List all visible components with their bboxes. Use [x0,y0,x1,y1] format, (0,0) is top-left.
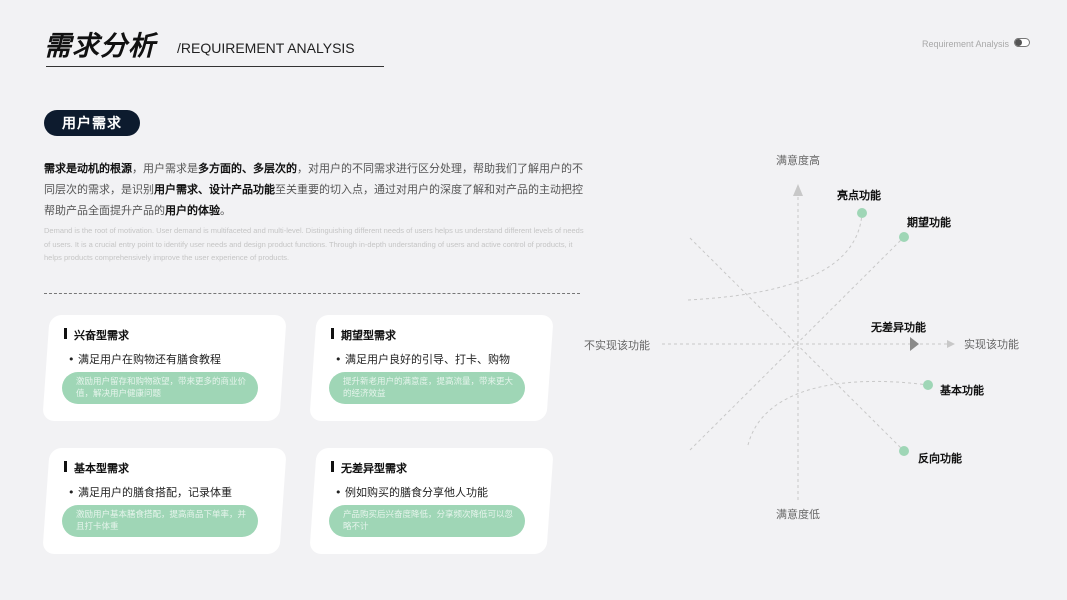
corner-label: Requirement Analysis [921,39,1009,49]
curve-attractive [687,212,863,301]
card-title: 无差异型需求 [331,460,550,476]
intro-paragraph-en: Demand is the root of motivation. User d… [44,226,584,262]
axis-horizontal-arrow-tip [947,340,955,348]
axis-label-bottom: 满意度低 [776,508,820,521]
feature-label-basic: 基本功能 [940,384,984,397]
card-note: 产品购买后兴奋度降低，分享频次降低可以忽略不计 [329,505,525,537]
kano-diagram-svg [662,184,955,500]
axis-vertical-arrow [793,184,803,196]
section-label: 用户需求 [44,110,140,136]
card-title: 期望型需求 [331,327,550,343]
axis-horizontal-arrow [910,337,919,351]
intro-text: ，用户需求是 [132,162,198,175]
intro-text: 。 [220,204,231,217]
card-note: 提升新老用户的满意度，提高流量，带来更大的经济效益 [329,372,525,404]
title-divider [46,66,384,67]
page-title: 需求分析 [44,31,156,62]
card-basic-need: 基本型需求 • 满足用户的膳食搭配，记录体重 激励用户基本膳食搭配，提高商品下单… [42,448,287,554]
toggle-knob [1015,39,1022,46]
feature-label-attractive: 亮点功能 [837,189,881,202]
intro-emphasis: 用户的体验 [165,204,220,217]
card-note: 激励用户基本膳食搭配，提高商品下单率，并且打卡体重 [62,505,258,537]
axis-label-right: 实现该功能 [964,338,1019,351]
card-bullet: • 例如购买的膳食分享他人功能 [335,486,488,499]
card-note: 激励用户留存和购物欲望，带来更多的商业价值，解决用户健康问题 [62,372,258,404]
kano-diagram: 满意度高 满意度低 不实现该功能 实现该功能 亮点功能 期望功能 无差异功能 基… [580,140,1050,530]
card-title: 基本型需求 [64,460,283,476]
card-bullet: • 满足用户在购物还有膳食教程 [68,353,221,366]
feature-label-indifferent: 无差异功能 [871,321,926,334]
axis-label-left: 不实现该功能 [584,339,650,352]
card-indifferent-need: 无差异型需求 • 例如购买的膳食分享他人功能 产品购买后兴奋度降低，分享频次降低… [309,448,554,554]
card-excitement-need: 兴奋型需求 • 满足用户在购物还有膳食教程 激励用户留存和购物欲望，带来更多的商… [42,315,287,421]
intro-emphasis: 用户需求、设计产品功能 [154,183,275,196]
theme-toggle[interactable] [1014,38,1030,47]
feature-label-reverse: 反向功能 [918,452,962,465]
section-divider [44,293,580,294]
dot-expected [899,232,909,242]
intro-paragraph-cn: 需求是动机的根源，用户需求是多方面的、多层次的，对用户的不同需求进行区分处理，帮… [44,158,584,221]
curve-basic [747,380,929,446]
intro-emphasis: 多方面的、多层次的 [198,162,297,175]
card-title: 兴奋型需求 [64,327,283,343]
dot-attractive [857,208,867,218]
axis-label-top: 满意度高 [776,154,820,167]
dot-reverse [899,446,909,456]
feature-label-expected: 期望功能 [907,216,951,229]
card-expected-need: 期望型需求 • 满足用户良好的引导、打卡、购物 提升新老用户的满意度，提高流量，… [309,315,554,421]
page-subtitle: /REQUIREMENT ANALYSIS [177,40,355,56]
intro-emphasis: 需求是动机的根源 [44,162,132,175]
dot-basic [923,380,933,390]
card-bullet: • 满足用户良好的引导、打卡、购物 [335,353,510,366]
card-bullet: • 满足用户的膳食搭配，记录体重 [68,486,232,499]
